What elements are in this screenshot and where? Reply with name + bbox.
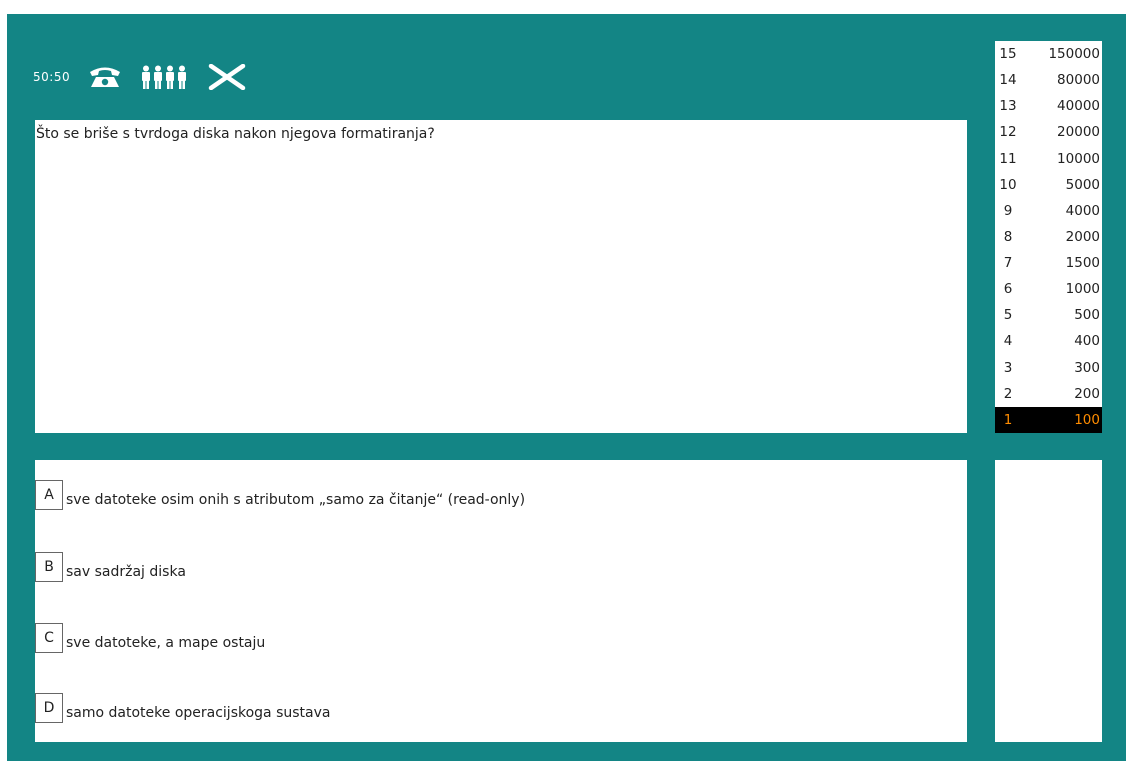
- rung-level: 15: [999, 46, 1017, 63]
- ladder-rung: 14 80000: [995, 67, 1102, 93]
- rung-amount: 1500: [1065, 255, 1100, 272]
- ladder-rung: 12 20000: [995, 119, 1102, 145]
- rung-level: 9: [1003, 202, 1013, 219]
- ladder-rung: 3 300: [995, 355, 1102, 381]
- ladder-rung: 9 4000: [995, 198, 1102, 224]
- ladder-rung: 10 5000: [995, 172, 1102, 198]
- close-icon: [208, 64, 246, 90]
- question-text: Što se briše s tvrdoga diska nakon njego…: [36, 126, 435, 142]
- ladder-rung: 6 1000: [995, 276, 1102, 302]
- answer-text: sav sadržaj diska: [66, 564, 186, 580]
- phone-a-friend-button[interactable]: [88, 65, 122, 89]
- ask-audience-button[interactable]: [140, 65, 190, 89]
- rung-level: 1: [1003, 411, 1013, 428]
- ladder-rung: 2 200: [995, 381, 1102, 407]
- rung-amount: 400: [1074, 333, 1100, 350]
- answers-panel: A sve datoteke osim onih s atributom „sa…: [35, 460, 967, 742]
- rung-amount: 80000: [1057, 72, 1100, 89]
- rung-level: 7: [1003, 255, 1013, 272]
- answer-letter: C: [35, 623, 63, 653]
- side-panel: [995, 460, 1102, 742]
- rung-level: 4: [1003, 333, 1013, 350]
- fifty-fifty-button[interactable]: 50:50: [33, 70, 70, 84]
- rung-amount: 4000: [1065, 202, 1100, 219]
- rung-amount: 1000: [1065, 281, 1100, 298]
- rung-amount: 500: [1074, 307, 1100, 324]
- answer-text: samo datoteke operacijskoga sustava: [66, 705, 331, 721]
- rung-amount: 10000: [1057, 150, 1100, 167]
- question-panel: Što se briše s tvrdoga diska nakon njego…: [35, 120, 967, 433]
- ladder-rung: 4 400: [995, 328, 1102, 354]
- phone-icon: [90, 67, 121, 87]
- rung-amount: 5000: [1065, 176, 1100, 193]
- ladder-rung: 7 1500: [995, 250, 1102, 276]
- rung-level: 6: [1003, 281, 1013, 298]
- rung-amount: 2000: [1065, 228, 1100, 245]
- answer-letter: A: [35, 480, 63, 510]
- rung-level: 13: [999, 98, 1017, 115]
- answer-letter: D: [35, 693, 63, 723]
- answer-text: sve datoteke osim onih s atributom „samo…: [66, 492, 526, 508]
- rung-level: 5: [1003, 307, 1013, 324]
- rung-amount: 300: [1074, 359, 1100, 376]
- lifelines-bar: 50:50: [33, 55, 246, 99]
- audience-icon: [142, 65, 187, 89]
- rung-level: 14: [999, 72, 1017, 89]
- quit-button[interactable]: [208, 64, 246, 90]
- rung-amount: 40000: [1057, 98, 1100, 115]
- answer-a[interactable]: A sve datoteke osim onih s atributom „sa…: [35, 480, 525, 510]
- ladder-rung: 15 150000: [995, 41, 1102, 67]
- ladder-rung: 11 10000: [995, 146, 1102, 172]
- ladder-rung-current: 1 100: [995, 406, 1102, 433]
- ladder-rung: 8 2000: [995, 224, 1102, 250]
- rung-amount: 20000: [1057, 124, 1100, 141]
- rung-level: 12: [999, 124, 1017, 141]
- rung-level: 3: [1003, 359, 1013, 376]
- answer-c[interactable]: C sve datoteke, a mape ostaju: [35, 623, 265, 653]
- answer-d[interactable]: D samo datoteke operacijskoga sustava: [35, 693, 330, 723]
- answer-b[interactable]: B sav sadržaj diska: [35, 552, 186, 582]
- ladder-rung: 13 40000: [995, 93, 1102, 119]
- rung-amount: 100: [1074, 411, 1100, 428]
- rung-amount: 200: [1074, 385, 1100, 402]
- rung-level: 10: [999, 176, 1017, 193]
- answer-letter: B: [35, 552, 63, 582]
- answer-text: sve datoteke, a mape ostaju: [66, 635, 266, 651]
- rung-amount: 150000: [1048, 46, 1100, 63]
- rung-level: 11: [999, 150, 1017, 167]
- ladder-rung: 5 500: [995, 302, 1102, 328]
- rung-level: 8: [1003, 228, 1013, 245]
- prize-ladder: 15 150000 14 80000 13 40000 12 20000 11 10000…: [995, 41, 1102, 433]
- rung-level: 2: [1003, 385, 1013, 402]
